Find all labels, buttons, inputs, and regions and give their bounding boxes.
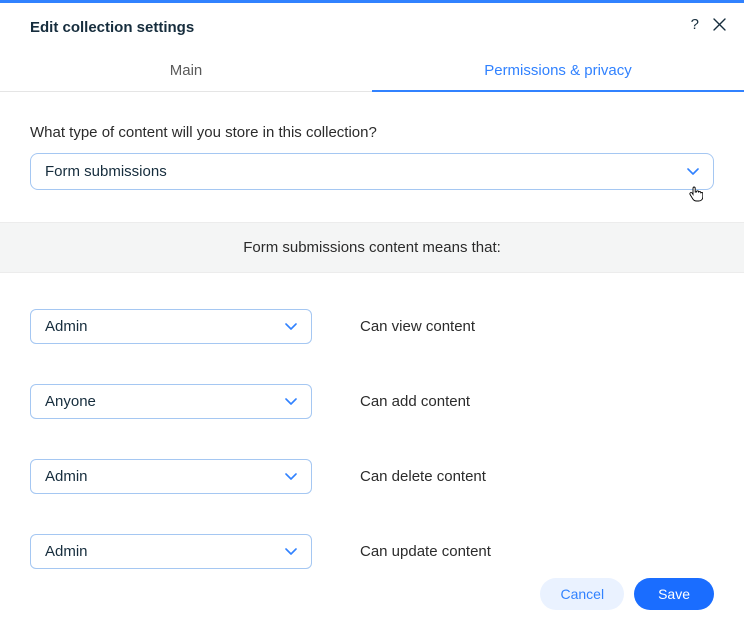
- cursor-hand-icon: [689, 186, 703, 205]
- header-icons: ?: [691, 17, 726, 32]
- info-banner: Form submissions content means that:: [0, 222, 744, 273]
- view-role-value: Admin: [45, 318, 88, 335]
- delete-role-select[interactable]: Admin: [30, 459, 312, 494]
- chevron-down-icon: [687, 168, 699, 176]
- content-type-value: Form submissions: [45, 163, 167, 180]
- dialog-footer: Cancel Save: [540, 578, 714, 610]
- update-permission-label: Can update content: [360, 543, 491, 560]
- permission-row-add: Anyone Can add content: [30, 384, 714, 419]
- permission-row-view: Admin Can view content: [30, 309, 714, 344]
- view-role-select[interactable]: Admin: [30, 309, 312, 344]
- dialog-content: What type of content will you store in t…: [0, 92, 744, 569]
- tab-main[interactable]: Main: [0, 52, 372, 91]
- permissions-list: Admin Can view content Anyone Can add co…: [30, 309, 714, 569]
- chevron-down-icon: [285, 323, 297, 331]
- cancel-button[interactable]: Cancel: [540, 578, 624, 610]
- close-icon[interactable]: [713, 18, 726, 31]
- delete-role-value: Admin: [45, 468, 88, 485]
- content-type-prompt: What type of content will you store in t…: [30, 124, 714, 141]
- add-role-select[interactable]: Anyone: [30, 384, 312, 419]
- chevron-down-icon: [285, 473, 297, 481]
- chevron-down-icon: [285, 398, 297, 406]
- help-icon[interactable]: ?: [691, 17, 699, 32]
- dialog-title: Edit collection settings: [30, 19, 714, 36]
- delete-permission-label: Can delete content: [360, 468, 486, 485]
- save-button[interactable]: Save: [634, 578, 714, 610]
- permission-row-delete: Admin Can delete content: [30, 459, 714, 494]
- add-role-value: Anyone: [45, 393, 96, 410]
- tab-bar: Main Permissions & privacy: [0, 52, 744, 92]
- chevron-down-icon: [285, 548, 297, 556]
- update-role-value: Admin: [45, 543, 88, 560]
- add-permission-label: Can add content: [360, 393, 470, 410]
- content-type-select[interactable]: Form submissions: [30, 153, 714, 190]
- update-role-select[interactable]: Admin: [30, 534, 312, 569]
- permission-row-update: Admin Can update content: [30, 534, 714, 569]
- view-permission-label: Can view content: [360, 318, 475, 335]
- dialog-header: Edit collection settings ?: [0, 3, 744, 36]
- tab-permissions-privacy[interactable]: Permissions & privacy: [372, 52, 744, 91]
